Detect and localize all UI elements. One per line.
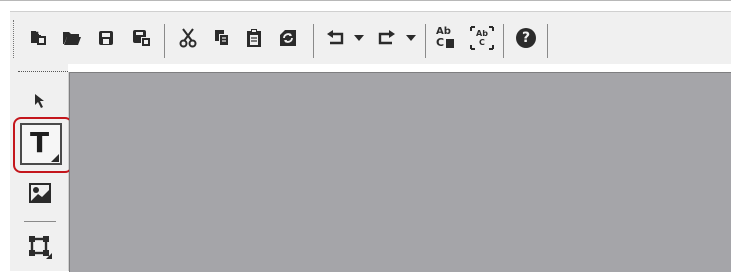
sidebar-grip[interactable] (18, 71, 68, 73)
redo-icon (376, 30, 396, 46)
shape-tool-button[interactable] (18, 229, 62, 269)
redo-button[interactable] (370, 12, 402, 64)
toolbar-separator (425, 24, 426, 58)
save-icon (97, 29, 115, 47)
toolbar-grip[interactable] (13, 20, 16, 58)
editing-canvas[interactable] (69, 72, 731, 272)
font-color-icon: Ab C (435, 26, 457, 50)
toolbar-separator (164, 24, 165, 58)
window-top-border (0, 0, 731, 1)
toolbar-separator (547, 24, 548, 58)
help-button[interactable]: ? (510, 12, 542, 64)
cut-icon (179, 28, 197, 48)
fit-icon-top: Ab (476, 29, 488, 38)
undo-dropdown-icon (354, 35, 364, 41)
cut-button[interactable] (172, 12, 204, 64)
refresh-icon (278, 28, 298, 48)
paste-icon (246, 28, 262, 48)
text-t-icon: T (22, 125, 60, 163)
text-tool-label: T (30, 126, 50, 159)
save-as-icon (132, 28, 152, 48)
image-tool-button[interactable] (18, 175, 62, 215)
save-button[interactable] (90, 12, 122, 64)
tools-sidebar: T (10, 63, 73, 271)
refresh-button[interactable] (272, 12, 304, 64)
new-button[interactable] (22, 12, 54, 64)
font-icon-swatch (446, 39, 454, 48)
font-color-button[interactable]: Ab C (430, 12, 462, 64)
copy-button[interactable] (206, 12, 238, 64)
save-as-button[interactable] (126, 12, 158, 64)
undo-icon (326, 30, 346, 46)
help-glyph: ? (521, 30, 531, 46)
frame-box-icon (28, 235, 52, 263)
image-icon (29, 183, 51, 207)
text-fit-button[interactable]: Ab C (466, 12, 498, 64)
redo-dropdown-button[interactable] (400, 12, 422, 64)
open-folder-icon (62, 29, 82, 47)
main-toolbar: Ab C Ab C ? (10, 11, 731, 64)
app-window: Ab C Ab C ? T (0, 0, 731, 272)
sidebar-separator (24, 221, 56, 222)
redo-dropdown-icon (406, 35, 416, 41)
help-icon: ? (516, 28, 536, 48)
open-button[interactable] (56, 12, 88, 64)
undo-dropdown-button[interactable] (348, 12, 370, 64)
pointer-arrow-icon (34, 93, 46, 113)
toolbar-separator (503, 24, 504, 58)
font-icon-bottom: C (436, 36, 445, 49)
text-tool-button[interactable]: T (20, 123, 62, 165)
text-fit-icon: Ab C (470, 26, 494, 50)
paste-button[interactable] (238, 12, 270, 64)
copy-icon (213, 29, 231, 47)
toolbar-separator (313, 24, 314, 58)
new-icon (29, 29, 47, 47)
fit-icon-bottom: C (479, 38, 485, 47)
